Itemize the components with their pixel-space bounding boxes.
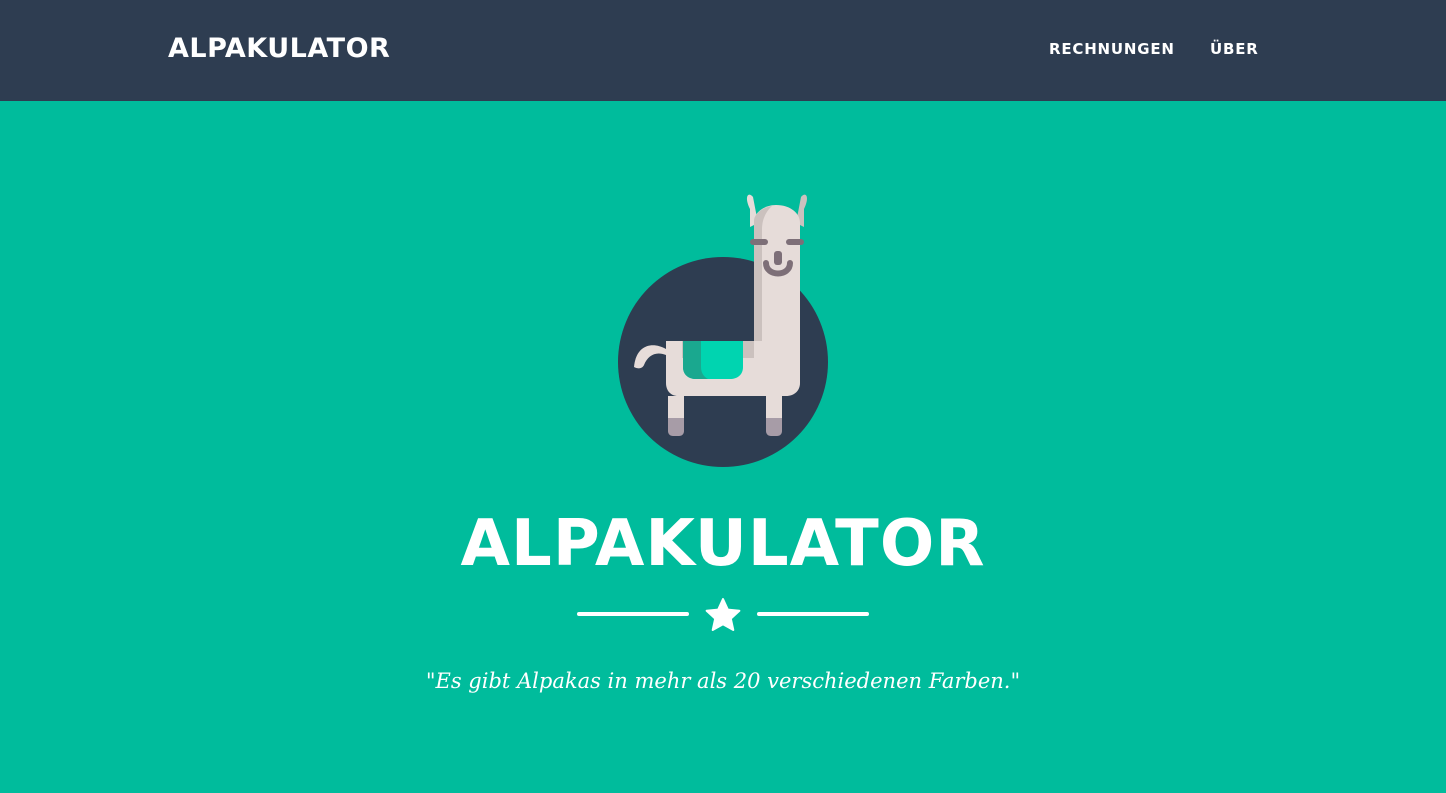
hero-title: ALPAKULATOR	[460, 507, 986, 581]
hero-quote: "Es gibt Alpakas in mehr als 20 verschie…	[425, 669, 1021, 693]
brand-logo-link[interactable]: ALPAKULATOR	[168, 30, 390, 68]
divider-line-right	[757, 612, 869, 616]
nav-link-rechnungen[interactable]: RECHNUNGEN	[1049, 38, 1175, 60]
llama-icon	[618, 194, 828, 467]
nav-link-ueber[interactable]: ÜBER	[1210, 38, 1259, 60]
star-icon	[705, 598, 741, 631]
divider-line-left	[577, 612, 689, 616]
top-navbar: ALPAKULATOR RECHNUNGEN ÜBER	[0, 0, 1446, 101]
